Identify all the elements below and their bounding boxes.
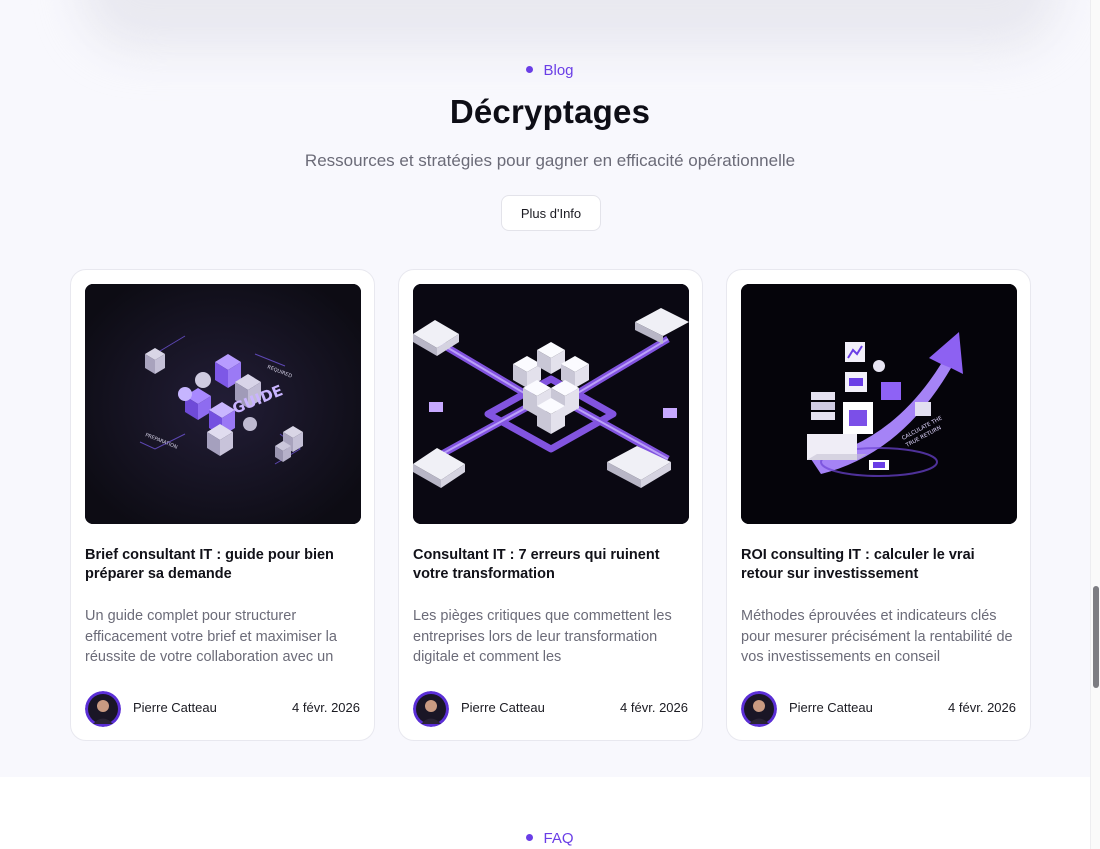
card-excerpt: Les pièges critiques que commettent les … xyxy=(413,608,672,665)
card-title[interactable]: ROI consulting IT : calculer le vrai ret… xyxy=(741,546,1011,584)
blog-card[interactable]: GUIDE REQUIRED PREPARATION Brief consult… xyxy=(70,269,375,741)
eyebrow-dot-icon xyxy=(526,65,534,73)
transformation-illustration-icon xyxy=(413,284,689,524)
blog-eyebrow: Blog xyxy=(0,62,1090,79)
author-avatar xyxy=(741,691,777,727)
section-title: Décryptages xyxy=(449,93,651,130)
article-thumbnail-roi[interactable]: CALCULATE THE TRUE RETURN xyxy=(741,284,1017,524)
eyebrow-dot-icon xyxy=(526,833,534,841)
publish-date: 4 févr. 2026 xyxy=(948,700,1016,715)
article-thumbnail-guide[interactable]: GUIDE REQUIRED PREPARATION xyxy=(85,284,361,524)
author-name: Pierre Catteau xyxy=(133,700,217,715)
card-title[interactable]: Consultant IT : 7 erreurs qui ruinent vo… xyxy=(413,546,683,584)
blog-card[interactable]: Consultant IT : 7 erreurs qui ruinent vo… xyxy=(398,269,703,741)
page-scrollbar[interactable] xyxy=(1090,0,1100,849)
faq-eyebrow-label: FAQ xyxy=(543,830,574,847)
card-title[interactable]: Brief consultant IT : guide pour bien pr… xyxy=(85,546,355,584)
blog-section: Blog Décryptages Ressources et stratégie… xyxy=(0,0,1090,777)
card-excerpt: Méthodes éprouvées et indicateurs clés p… xyxy=(741,608,1013,665)
article-thumbnail-errors[interactable] xyxy=(413,284,689,524)
publish-date: 4 févr. 2026 xyxy=(620,700,688,715)
author-name: Pierre Catteau xyxy=(789,700,873,715)
author-avatar xyxy=(85,691,121,727)
roi-illustration-icon: CALCULATE THE TRUE RETURN xyxy=(741,284,1017,524)
author-avatar xyxy=(413,691,449,727)
section-subtitle: Ressources et stratégies pour gagner en … xyxy=(304,151,796,170)
publish-date: 4 févr. 2026 xyxy=(292,700,360,715)
guide-illustration-icon: GUIDE REQUIRED PREPARATION xyxy=(85,284,361,524)
more-info-button[interactable]: Plus d'Info xyxy=(501,195,601,231)
blog-eyebrow-label: Blog xyxy=(543,62,574,79)
faq-eyebrow: FAQ xyxy=(0,830,1100,847)
blog-card[interactable]: CALCULATE THE TRUE RETURN ROI consulting… xyxy=(726,269,1031,741)
header-shadow xyxy=(80,0,1060,50)
author-name: Pierre Catteau xyxy=(461,700,545,715)
card-excerpt: Un guide complet pour structurer efficac… xyxy=(85,608,337,665)
scrollbar-thumb[interactable] xyxy=(1093,586,1099,688)
